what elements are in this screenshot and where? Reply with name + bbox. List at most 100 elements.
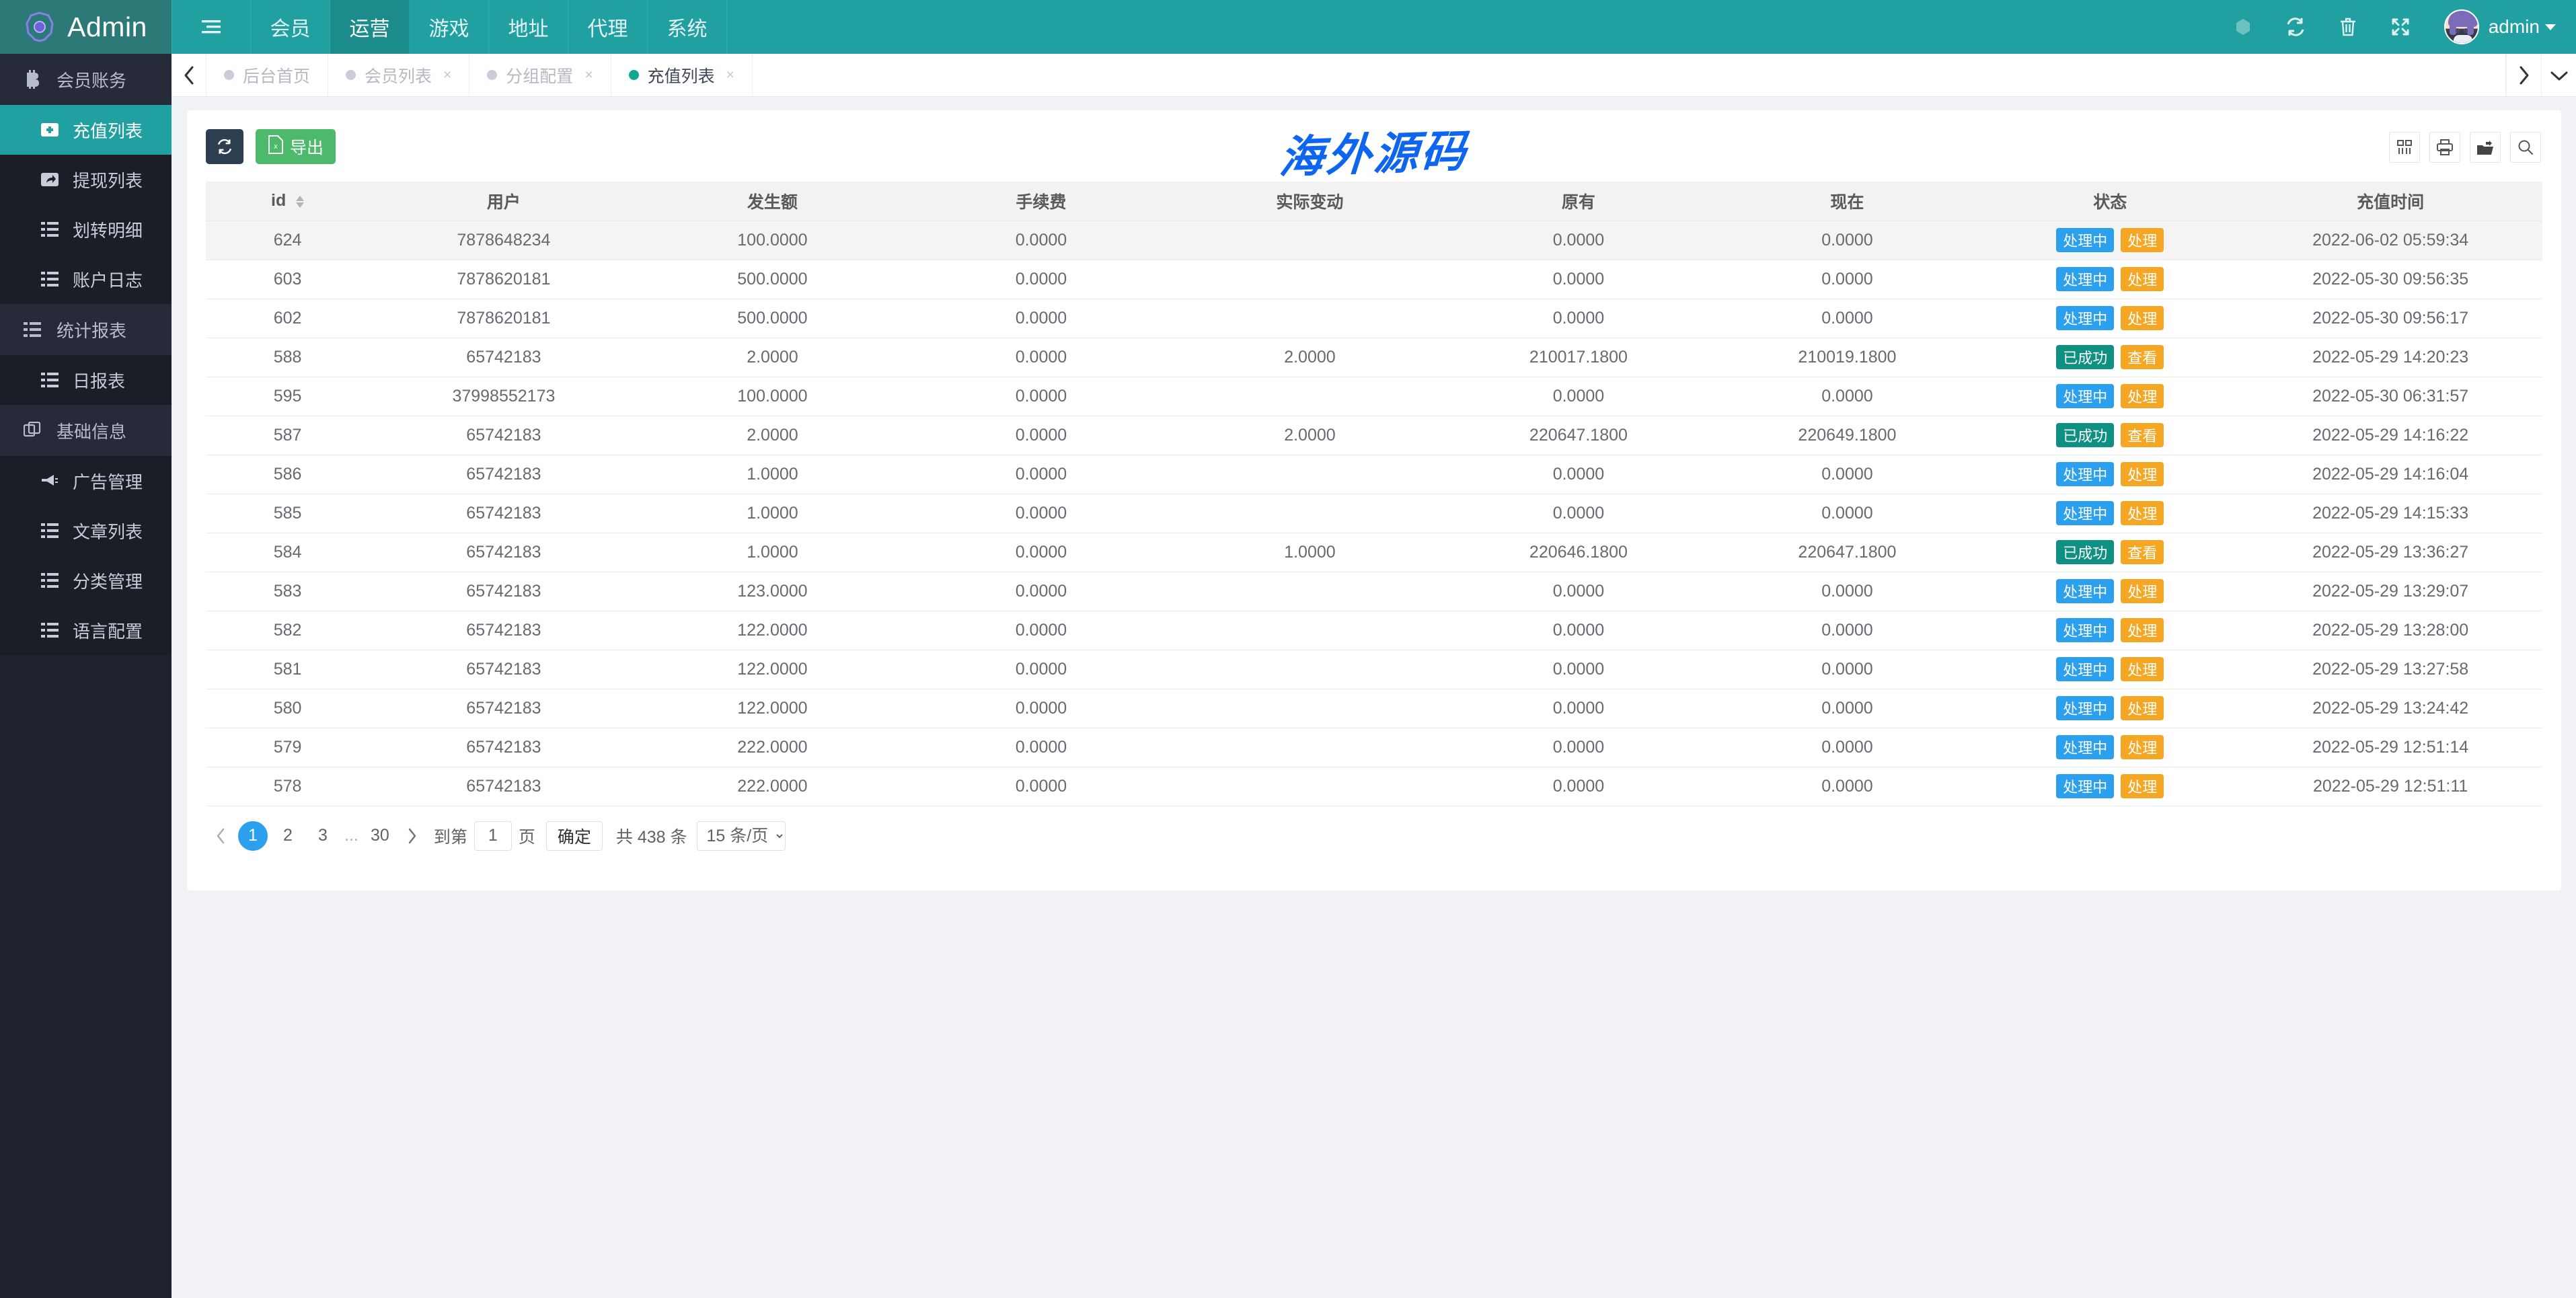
tab-dashboard[interactable]: 后台首页 xyxy=(206,54,329,96)
search-icon[interactable] xyxy=(2510,132,2541,163)
sidebar-group-statistics[interactable]: 统计报表 xyxy=(0,304,172,355)
sort-icon[interactable] xyxy=(296,195,305,208)
caret-down-icon[interactable] xyxy=(2545,24,2556,30)
table-row[interactable]: 580 65742183 122.0000 0.0000 0.0000 0.0000 处理中… xyxy=(206,689,2542,728)
pagination-page-last[interactable]: 30 xyxy=(365,821,395,851)
nav-item-5[interactable]: 系统 xyxy=(648,0,727,54)
row-action-button[interactable]: 处理 xyxy=(2121,735,2164,759)
print-icon[interactable] xyxy=(2429,132,2460,163)
tab-recharge-list[interactable]: 充值列表 × xyxy=(611,54,753,96)
brand-logo-area[interactable]: Admin xyxy=(0,0,172,54)
row-action-button[interactable]: 处理 xyxy=(2121,267,2164,291)
status-badge[interactable]: 处理中 xyxy=(2056,735,2115,759)
snowflake-icon[interactable] xyxy=(2217,0,2269,54)
goto-page-input[interactable] xyxy=(473,820,512,851)
nav-item-1[interactable]: 运营 xyxy=(330,0,410,54)
table-row[interactable]: 581 65742183 122.0000 0.0000 0.0000 0.0000 处理中… xyxy=(206,650,2542,689)
tab-close-icon[interactable]: × xyxy=(726,67,734,83)
sidebar-group-basic-info[interactable]: 基础信息 xyxy=(0,405,172,456)
sidebar-item-account-log[interactable]: 账户日志 xyxy=(0,254,172,304)
pagination-page-3[interactable]: 3 xyxy=(308,821,338,851)
table-row[interactable]: 587 65742183 2.0000 0.0000 2.0000 220647.1800… xyxy=(206,416,2542,455)
status-badge[interactable]: 处理中 xyxy=(2056,696,2115,720)
row-action-button[interactable]: 处理 xyxy=(2121,657,2164,681)
sidebar-item-ad-management[interactable]: 广告管理 xyxy=(0,456,172,506)
row-action-button[interactable]: 处理 xyxy=(2121,774,2164,798)
page-size-select[interactable]: 15 条/页 xyxy=(696,820,786,851)
sidebar-item-recharge-list[interactable]: 充值列表 xyxy=(0,105,172,155)
pagination-prev-button[interactable] xyxy=(206,821,235,851)
tab-member-list[interactable]: 会员列表 × xyxy=(328,54,470,96)
table-row[interactable]: 595 37998552173 100.0000 0.0000 0.0000 0.0000… xyxy=(206,377,2542,416)
username-label[interactable]: admin xyxy=(2489,16,2540,38)
sidebar-item-category-management[interactable]: 分类管理 xyxy=(0,556,172,605)
table-row[interactable]: 585 65742183 1.0000 0.0000 0.0000 0.0000 处理中 处理… xyxy=(206,494,2542,533)
status-badge[interactable]: 处理中 xyxy=(2056,774,2115,798)
status-badge[interactable]: 处理中 xyxy=(2056,657,2115,681)
row-action-button[interactable]: 查看 xyxy=(2121,540,2164,564)
pagination-page-1[interactable]: 1 xyxy=(238,820,268,851)
table-row[interactable]: 588 65742183 2.0000 0.0000 2.0000 210017.1800… xyxy=(206,338,2542,377)
row-action-button[interactable]: 查看 xyxy=(2121,345,2164,369)
row-action-button[interactable]: 处理 xyxy=(2121,501,2164,525)
status-badge[interactable]: 已成功 xyxy=(2056,345,2115,369)
row-action-button[interactable]: 处理 xyxy=(2121,579,2164,603)
columns-icon[interactable] xyxy=(2389,132,2420,163)
table-row[interactable]: 582 65742183 122.0000 0.0000 0.0000 0.0000 处理中… xyxy=(206,611,2542,650)
table-row[interactable]: 624 7878648234 100.0000 0.0000 0.0000 0.0000 处… xyxy=(206,221,2542,260)
nav-item-2[interactable]: 游戏 xyxy=(410,0,489,54)
col-header-id[interactable]: id xyxy=(206,182,370,221)
row-action-button[interactable]: 处理 xyxy=(2121,306,2164,330)
menu-toggle-button[interactable] xyxy=(172,0,251,54)
nav-item-4[interactable]: 代理 xyxy=(568,0,648,54)
row-action-button[interactable]: 处理 xyxy=(2121,228,2164,252)
sidebar-item-language-config[interactable]: 语言配置 xyxy=(0,605,172,655)
sidebar-item-withdraw-list[interactable]: 提现列表 xyxy=(0,155,172,204)
status-badge[interactable]: 处理中 xyxy=(2056,618,2115,642)
sidebar-item-article-list[interactable]: 文章列表 xyxy=(0,506,172,556)
table-row[interactable]: 583 65742183 123.0000 0.0000 0.0000 0.0000 处理中… xyxy=(206,572,2542,611)
confirm-page-button[interactable]: 确定 xyxy=(545,820,603,851)
tab-scroll-left-button[interactable] xyxy=(172,54,206,96)
row-action-button[interactable]: 处理 xyxy=(2121,462,2164,486)
avatar[interactable] xyxy=(2444,9,2479,44)
export-button[interactable]: x 导出 xyxy=(256,129,336,164)
tab-close-icon[interactable]: × xyxy=(584,67,593,83)
status-badge[interactable]: 处理中 xyxy=(2056,384,2115,408)
hexagon-orb-logo-icon xyxy=(24,11,55,42)
tab-close-icon[interactable]: × xyxy=(443,67,451,83)
nav-item-0[interactable]: 会员 xyxy=(251,0,330,54)
status-badge[interactable]: 处理中 xyxy=(2056,501,2115,525)
refresh-button[interactable] xyxy=(206,129,243,164)
tab-group-config[interactable]: 分组配置 × xyxy=(469,54,611,96)
nav-item-3[interactable]: 地址 xyxy=(489,0,568,54)
row-action-button[interactable]: 处理 xyxy=(2121,384,2164,408)
row-action-button[interactable]: 查看 xyxy=(2121,423,2164,447)
status-badge[interactable]: 处理中 xyxy=(2056,462,2115,486)
sidebar-group-member-account[interactable]: 会员账务 xyxy=(0,54,172,105)
sidebar-item-transfer-detail[interactable]: 划转明细 xyxy=(0,204,172,254)
table-row[interactable]: 584 65742183 1.0000 0.0000 1.0000 220646.1800… xyxy=(206,533,2542,572)
tab-options-dropdown-button[interactable] xyxy=(2541,54,2576,96)
table-row[interactable]: 578 65742183 222.0000 0.0000 0.0000 0.0000 处理中… xyxy=(206,767,2542,806)
sidebar-item-daily-report[interactable]: 日报表 xyxy=(0,355,172,405)
table-row[interactable]: 602 7878620181 500.0000 0.0000 0.0000 0.0000 处… xyxy=(206,299,2542,338)
export-folder-icon[interactable] xyxy=(2470,132,2501,163)
status-badge[interactable]: 处理中 xyxy=(2056,306,2115,330)
row-action-button[interactable]: 处理 xyxy=(2121,696,2164,720)
status-badge[interactable]: 处理中 xyxy=(2056,228,2115,252)
status-badge[interactable]: 处理中 xyxy=(2056,267,2115,291)
pagination-page-2[interactable]: 2 xyxy=(273,821,303,851)
table-row[interactable]: 579 65742183 222.0000 0.0000 0.0000 0.0000 处理中… xyxy=(206,728,2542,767)
table-row[interactable]: 603 7878620181 500.0000 0.0000 0.0000 0.0000 处… xyxy=(206,260,2542,299)
trash-icon[interactable] xyxy=(2322,0,2374,54)
fullscreen-icon[interactable] xyxy=(2374,0,2427,54)
status-badge[interactable]: 处理中 xyxy=(2056,579,2115,603)
refresh-icon[interactable] xyxy=(2269,0,2322,54)
status-badge[interactable]: 已成功 xyxy=(2056,540,2115,564)
tab-scroll-right-button[interactable] xyxy=(2506,54,2541,96)
pagination-next-button[interactable] xyxy=(397,821,427,851)
status-badge[interactable]: 已成功 xyxy=(2056,423,2115,447)
table-row[interactable]: 586 65742183 1.0000 0.0000 0.0000 0.0000 处理中 处理… xyxy=(206,455,2542,494)
row-action-button[interactable]: 处理 xyxy=(2121,618,2164,642)
